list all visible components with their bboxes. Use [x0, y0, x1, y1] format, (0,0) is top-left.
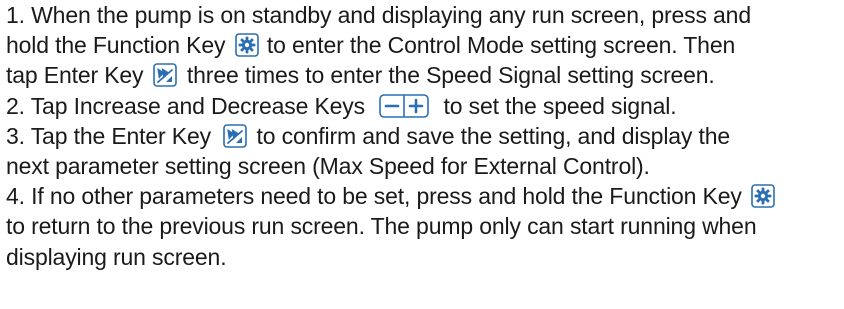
step1-line1: 1. When the pump is on standby and displ… [6, 0, 842, 30]
gear-icon [234, 33, 259, 57]
enter-key-icon [223, 123, 248, 148]
step4-text-2: to return to the previous run screen. Th… [6, 213, 757, 240]
step3-text-1: 3. Tap the Enter Key [6, 122, 211, 149]
step3-text-3: next parameter setting screen (Max Speed… [6, 152, 650, 179]
minus-plus-icon [379, 93, 430, 118]
step4-line1: 4. If no other parameters need to be set… [6, 181, 842, 211]
step1-text-3: to enter the Control Mode setting screen… [266, 32, 736, 59]
function-key-icon [234, 33, 259, 57]
step3-line1: 3. Tap the Enter Key to confirm and save… [6, 121, 842, 151]
fast-forward-icon [223, 123, 248, 148]
instructions-document: 1. When the pump is on standby and displ… [6, 0, 842, 272]
step2-line1: 2. Tap Increase and Decrease Keys to set… [6, 91, 842, 121]
increase-decrease-keys-icon [379, 93, 430, 118]
step3-line2: next parameter setting screen (Max Speed… [6, 151, 842, 181]
function-key-icon [751, 184, 775, 208]
step3-text-2: to confirm and save the setting, and dis… [256, 122, 731, 149]
step4-text-3: displaying run screen. [6, 243, 227, 270]
step4-text-1: 4. If no other parameters need to be set… [6, 183, 742, 210]
step2-text-1: 2. Tap Increase and Decrease Keys [6, 92, 366, 119]
step1-line2: hold the Function Key to enter the Contr… [6, 30, 842, 60]
step1-text-1: 1. When the pump is on standby and displ… [6, 2, 751, 28]
enter-key-icon [152, 63, 177, 88]
step1-text-2: hold the Function Key [6, 32, 226, 59]
step4-line2: to return to the previous run screen. Th… [6, 211, 842, 241]
gear-icon [751, 184, 775, 208]
step1-text-5: three times to enter the Speed Signal se… [186, 62, 715, 89]
step2-text-2: to set the speed signal. [443, 92, 677, 119]
step1-line3: tap Enter Key three times to enter the S… [6, 60, 842, 90]
fast-forward-icon [152, 63, 177, 88]
step1-text-4: tap Enter Key [6, 62, 144, 89]
step4-line3: displaying run screen. [6, 242, 842, 272]
